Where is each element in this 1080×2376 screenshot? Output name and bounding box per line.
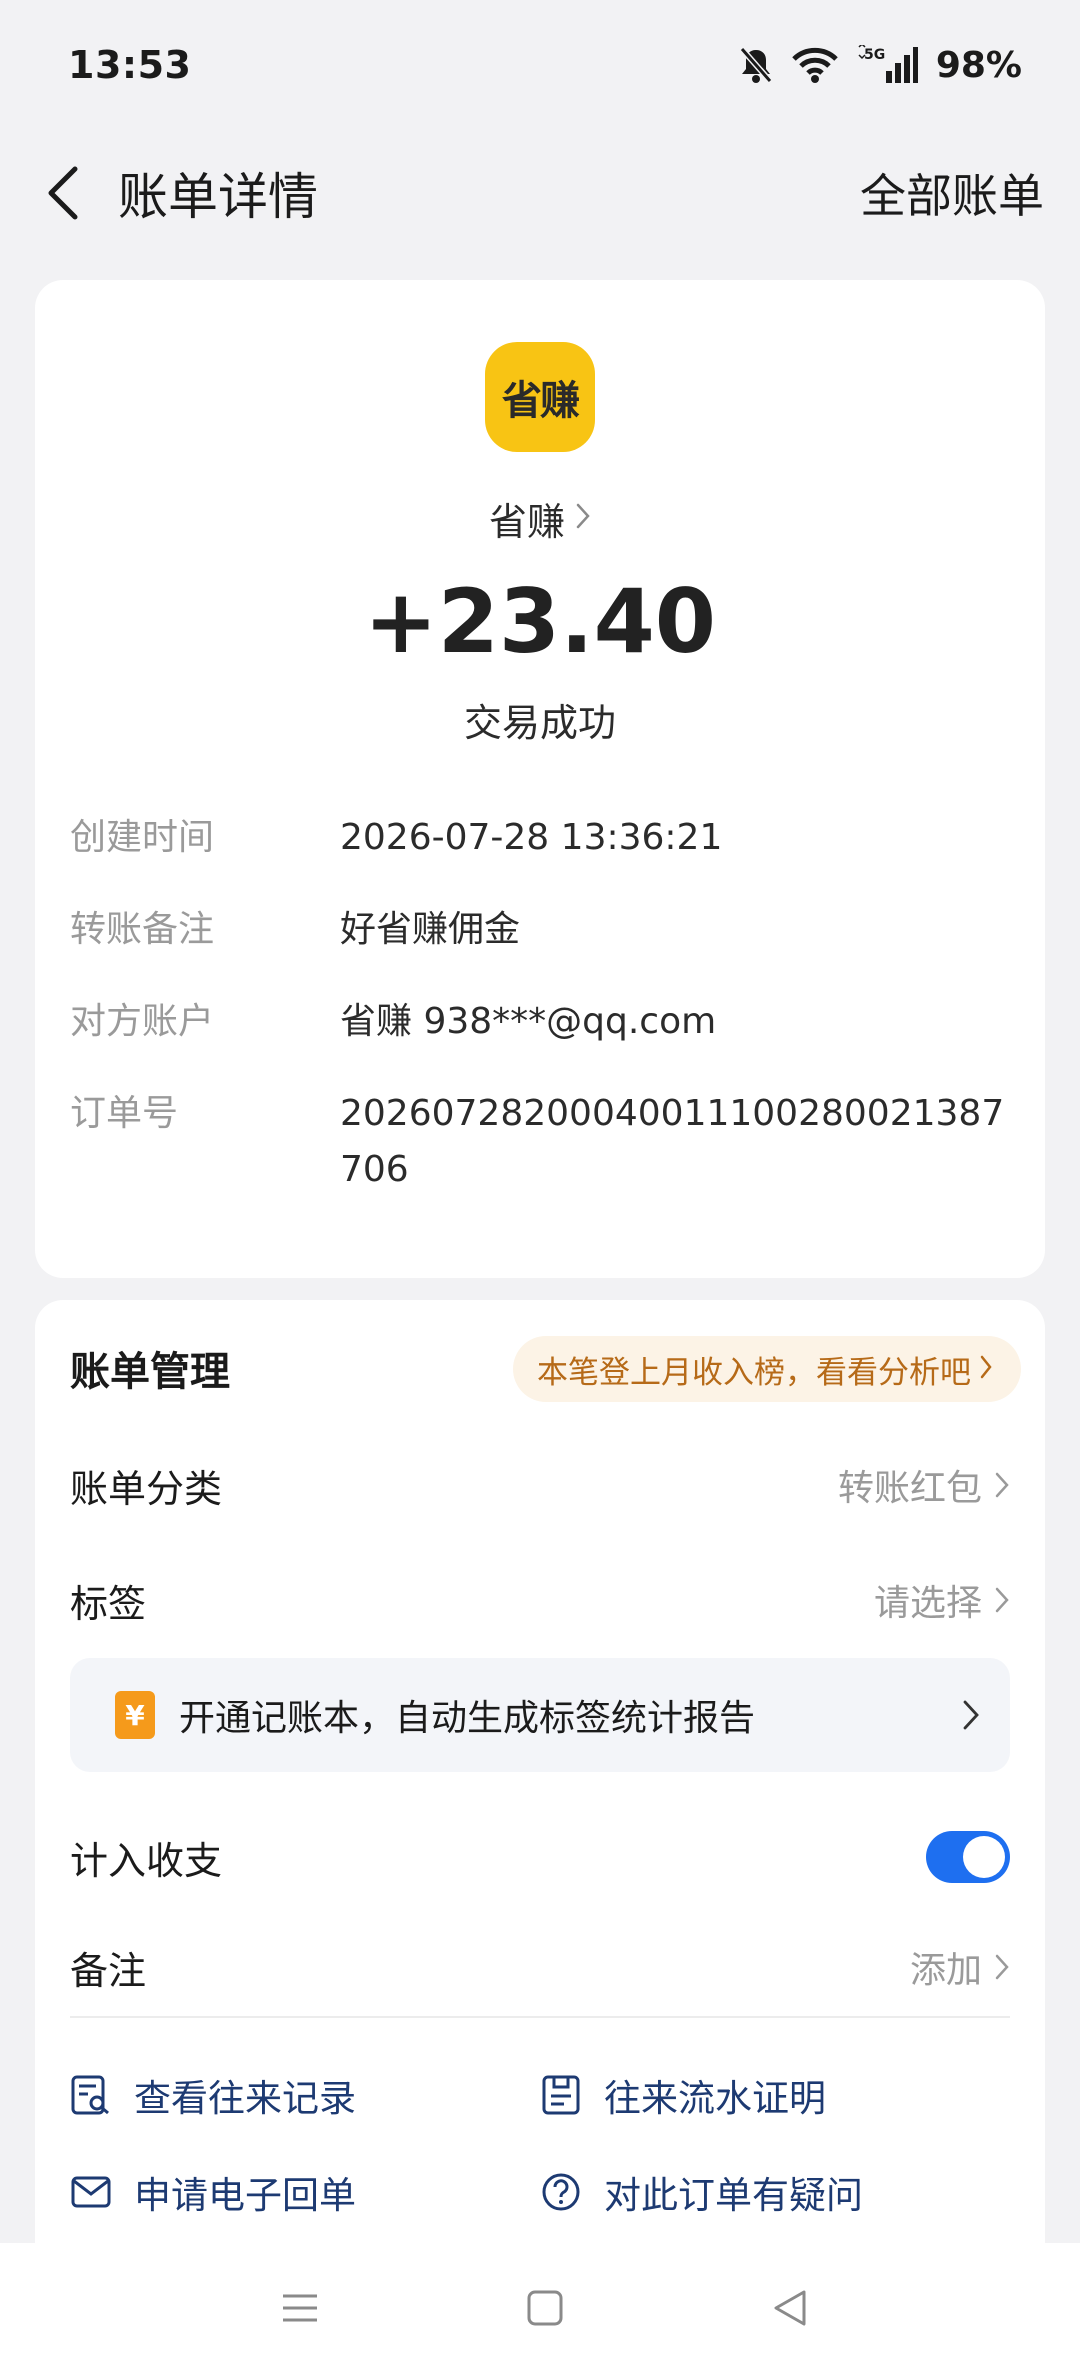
tag-value-wrap: 请选择 bbox=[874, 1574, 1010, 1626]
chevron-right-icon bbox=[575, 502, 591, 534]
tag-row[interactable]: 标签 请选择 bbox=[70, 1565, 1010, 1635]
detail-value: 2026-07-28 13:36:21 bbox=[340, 817, 723, 858]
merchant-link[interactable]: 省赚 bbox=[35, 488, 1045, 548]
battery-level: 98% bbox=[935, 44, 1022, 86]
category-label: 账单分类 bbox=[70, 1466, 223, 1511]
view-history-text: 查看往来记录 bbox=[134, 2077, 356, 2120]
section-title: 账单管理 bbox=[70, 1349, 230, 1395]
income-ranking-promo[interactable]: 本笔登上月收入榜，看看分析吧 bbox=[513, 1336, 1021, 1402]
status-bar: 13:53 5G 98% bbox=[0, 0, 1080, 130]
status-time: 13:53 bbox=[68, 43, 192, 87]
category-value-wrap: 转账红包 bbox=[838, 1459, 1010, 1511]
signal-5g-icon: 5G bbox=[856, 45, 918, 85]
tag-value: 请选择 bbox=[873, 1583, 982, 1624]
wifi-icon bbox=[792, 47, 838, 83]
home-square-icon[interactable] bbox=[520, 2283, 570, 2333]
detail-label: 订单号 bbox=[70, 1093, 179, 1134]
yen-ticket-icon: ¥ bbox=[115, 1691, 155, 1739]
chevron-right-icon bbox=[979, 1354, 993, 1384]
page-title: 账单详情 bbox=[118, 167, 318, 226]
view-history-link[interactable]: 查看往来记录 bbox=[70, 2065, 356, 2125]
detail-value: 好省赚佣金 bbox=[340, 909, 521, 950]
system-nav-bar bbox=[0, 2243, 1080, 2376]
detail-row-created: 创建时间 2026-07-28 13:36:21 bbox=[70, 810, 1030, 866]
statement-proof-link[interactable]: 往来流水证明 bbox=[540, 2065, 826, 2125]
question-circle-icon bbox=[542, 2173, 580, 2211]
detail-row-remark: 转账备注 好省赚佣金 bbox=[70, 902, 1030, 958]
nav-left: 账单详情 bbox=[36, 157, 318, 229]
menu-icon[interactable] bbox=[275, 2283, 325, 2333]
bill-category-row[interactable]: 账单分类 转账红包 bbox=[70, 1450, 1010, 1520]
bill-summary-card: 省赚 省赚 +23.40 交易成功 创建时间 2026-07-28 13:36:… bbox=[35, 280, 1045, 1278]
detail-label: 创建时间 bbox=[70, 817, 215, 858]
chevron-right-icon bbox=[995, 1472, 1009, 1498]
nav-bar: 账单详情 全部账单 bbox=[0, 130, 1080, 255]
e-receipt-link[interactable]: 申请电子回单 bbox=[70, 2162, 356, 2222]
include-label: 计入收支 bbox=[70, 1838, 223, 1883]
order-question-link[interactable]: 对此订单有疑问 bbox=[540, 2162, 863, 2222]
statement-proof-text: 往来流水证明 bbox=[604, 2077, 826, 2120]
merchant-logo-text: 省赚 bbox=[502, 378, 580, 424]
transaction-amount: +23.40 bbox=[363, 570, 717, 673]
envelope-icon bbox=[71, 2176, 111, 2208]
bill-manage-card: 账单管理 本笔登上月收入榜，看看分析吧 账单分类 转账红包 标签 请选择 ¥ 开… bbox=[35, 1300, 1045, 2260]
remark-label: 备注 bbox=[70, 1948, 147, 1993]
remark-value-wrap: 添加 bbox=[910, 1941, 1010, 1993]
ledger-banner-text: 开通记账本，自动生成标签统计报告 bbox=[179, 1698, 756, 1739]
merchant-name: 省赚 bbox=[488, 499, 565, 544]
category-value: 转账红包 bbox=[837, 1468, 982, 1509]
detail-label: 对方账户 bbox=[70, 1001, 215, 1042]
remark-value: 添加 bbox=[909, 1950, 982, 1991]
all-bills-link[interactable]: 全部账单 bbox=[860, 160, 1044, 226]
detail-label: 转账备注 bbox=[70, 909, 215, 950]
document-icon bbox=[542, 2075, 580, 2115]
back-triangle-icon[interactable] bbox=[765, 2283, 815, 2333]
remark-row[interactable]: 备注 添加 bbox=[70, 1932, 1010, 2002]
record-search-icon bbox=[71, 2075, 109, 2115]
include-in-budget-row: 计入收支 bbox=[70, 1822, 1010, 1892]
merchant-logo[interactable]: 省赚 bbox=[485, 342, 595, 452]
include-toggle[interactable] bbox=[926, 1831, 1010, 1883]
back-arrow-icon[interactable] bbox=[36, 163, 88, 223]
divider bbox=[70, 2016, 1010, 2018]
toggle-knob bbox=[963, 1836, 1005, 1878]
chevron-right-icon bbox=[963, 1700, 979, 1730]
detail-value: 省赚 938***@qq.com bbox=[340, 1001, 717, 1042]
chevron-right-icon bbox=[995, 1587, 1009, 1613]
chevron-right-icon bbox=[995, 1954, 1009, 1980]
svg-text:5G: 5G bbox=[864, 47, 885, 63]
tag-label: 标签 bbox=[70, 1581, 147, 1626]
status-icons: 5G 98% bbox=[738, 45, 1022, 86]
detail-row-order-number: 订单号 20260728200040011100280021387706 bbox=[70, 1086, 1030, 1198]
order-question-text: 对此订单有疑问 bbox=[604, 2174, 863, 2217]
detail-value: 20260728200040011100280021387706 bbox=[340, 1093, 1005, 1190]
detail-row-counterparty: 对方账户 省赚 938***@qq.com bbox=[70, 994, 1030, 1050]
ledger-banner[interactable]: ¥ 开通记账本，自动生成标签统计报告 bbox=[70, 1658, 1010, 1772]
transaction-status: 交易成功 bbox=[463, 701, 616, 745]
e-receipt-text: 申请电子回单 bbox=[134, 2174, 356, 2217]
promo-text: 本笔登上月收入榜，看看分析吧 bbox=[537, 1354, 971, 1391]
mute-bell-icon bbox=[738, 46, 774, 84]
